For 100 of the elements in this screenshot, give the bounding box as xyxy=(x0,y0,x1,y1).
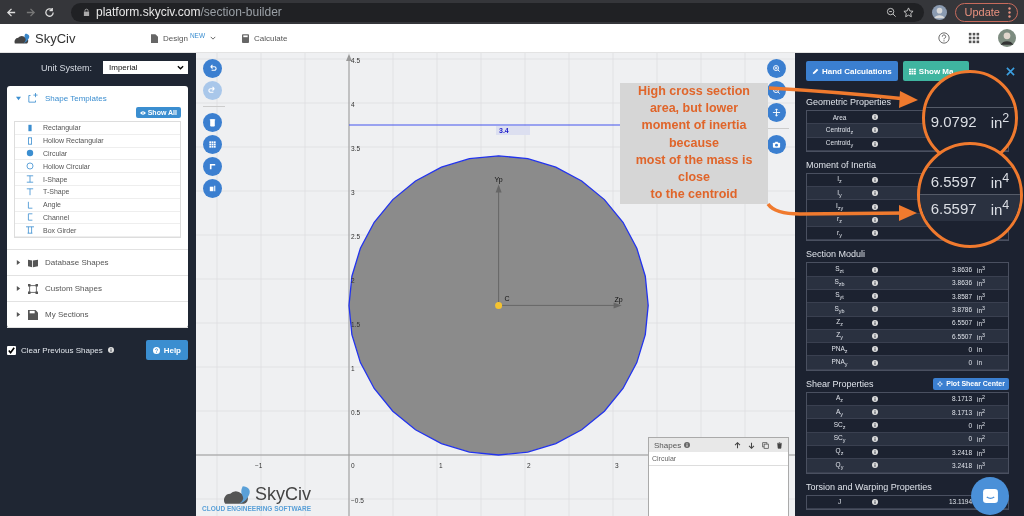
checkbox[interactable] xyxy=(7,345,16,355)
section-header[interactable]: Shape Templates xyxy=(7,86,188,110)
section-header[interactable]: Custom Shapes xyxy=(7,276,188,302)
split-icon xyxy=(208,184,217,193)
url-path: /section-builder xyxy=(200,5,282,19)
zoom-icon[interactable] xyxy=(885,6,897,18)
menu-item[interactable]: Calculate xyxy=(242,33,288,43)
info-icon xyxy=(684,442,691,448)
help-button[interactable]: Help xyxy=(145,340,188,361)
move-icon xyxy=(772,108,781,117)
unit-system-select[interactable]: Imperial xyxy=(103,61,188,74)
hollow-rect-shape-icon xyxy=(26,136,34,145)
annotation-note: High cross section area, but lower moment of inertia because most of the mass is close to the centroid xyxy=(620,83,768,204)
panel-title: Shapes xyxy=(654,440,682,450)
avatar-icon[interactable] xyxy=(998,29,1016,47)
magnified-unit: in$^{2}$ xyxy=(990,111,1010,131)
info-icon[interactable] xyxy=(872,462,878,469)
info-icon[interactable] xyxy=(872,190,878,197)
info-icon[interactable] xyxy=(872,449,878,456)
info-icon xyxy=(107,347,114,354)
camera-icon xyxy=(772,140,781,149)
add-shape-icon xyxy=(28,93,38,103)
info-icon[interactable] xyxy=(872,279,878,286)
i-shape-icon xyxy=(26,175,34,184)
arrow-down-icon[interactable] xyxy=(748,441,755,449)
address-bar[interactable]: platform.skyciv.com/section-builder xyxy=(71,2,924,22)
info-icon[interactable] xyxy=(872,266,878,273)
grid-icon xyxy=(208,140,217,149)
info-icon[interactable] xyxy=(872,203,878,210)
info-icon[interactable] xyxy=(872,359,878,366)
lock-icon xyxy=(83,7,90,17)
pencil-icon xyxy=(812,67,819,75)
info-icon[interactable] xyxy=(872,127,878,134)
magnified-unit: in$^{4}$ xyxy=(990,171,1010,191)
back-icon[interactable] xyxy=(6,6,17,18)
info-icon[interactable] xyxy=(872,293,878,300)
group-title: Moment of Inertia xyxy=(806,159,877,170)
angle-shape-icon xyxy=(26,200,34,209)
zoom-in-icon xyxy=(772,64,781,73)
group-title: Torsion and Warping Properties xyxy=(806,481,932,492)
group-title: Section Moduli xyxy=(806,249,866,260)
help-icon[interactable] xyxy=(938,32,950,44)
rect-shape-icon xyxy=(26,123,34,132)
question-icon xyxy=(152,346,160,354)
table-icon xyxy=(908,67,916,75)
apps-grid-icon[interactable] xyxy=(968,32,980,44)
magnified-unit: in$^{4}$ xyxy=(990,198,1010,218)
section-header[interactable]: My Sections xyxy=(7,302,188,328)
trash-icon[interactable] xyxy=(776,441,783,449)
info-icon[interactable] xyxy=(872,319,878,326)
info-icon[interactable] xyxy=(872,409,878,416)
redo-icon xyxy=(208,86,217,95)
info-icon[interactable] xyxy=(872,114,878,121)
checkbox-label: Clear Previous Shapes xyxy=(21,345,103,355)
field-label: Unit System: xyxy=(41,62,92,73)
magnified-value: 9.0792 xyxy=(930,112,977,130)
corner-icon xyxy=(208,162,217,171)
info-icon[interactable] xyxy=(872,498,878,505)
avatar-icon[interactable] xyxy=(931,4,947,20)
arrow-up-icon[interactable] xyxy=(734,441,741,449)
nodes-icon xyxy=(28,283,38,294)
logo-text: SkyCiv xyxy=(35,30,76,46)
info-icon[interactable] xyxy=(872,140,878,147)
group-title: Geometric Properties xyxy=(806,97,892,107)
crosshair-icon xyxy=(937,380,944,387)
copy-icon[interactable] xyxy=(762,441,769,449)
reload-icon[interactable] xyxy=(44,6,55,18)
channel-shape-icon xyxy=(26,213,34,222)
magnified-value: 6.5597 xyxy=(930,199,977,217)
section-header[interactable]: Database Shapes xyxy=(7,250,188,276)
calculator-icon xyxy=(242,33,250,43)
group-title: Shear Properties xyxy=(806,378,874,389)
info-icon[interactable] xyxy=(872,230,878,237)
t-shape-icon xyxy=(26,187,34,196)
url-host: platform.skyciv.com xyxy=(96,5,201,19)
undo-icon xyxy=(208,64,217,73)
hand-calculations-button[interactable]: Hand Calculations xyxy=(806,61,898,81)
info-icon[interactable] xyxy=(872,177,878,184)
info-icon[interactable] xyxy=(872,333,878,339)
book-icon xyxy=(28,257,38,268)
close-icon[interactable] xyxy=(1006,66,1015,76)
info-icon[interactable] xyxy=(872,216,878,223)
info-icon[interactable] xyxy=(872,306,878,313)
info-icon[interactable] xyxy=(872,422,878,429)
info-icon[interactable] xyxy=(872,346,878,353)
star-icon[interactable] xyxy=(902,6,914,18)
girder-shape-icon xyxy=(26,226,34,235)
menu-label: Calculate xyxy=(254,33,288,43)
menu-label: Design xyxy=(163,33,188,43)
delete-icon xyxy=(208,118,217,127)
eye-icon xyxy=(139,110,146,115)
dropdown-caret-icon xyxy=(177,65,184,70)
logo-text: SkyCiv xyxy=(255,484,312,505)
more-icon xyxy=(1008,6,1011,18)
centroid-point xyxy=(495,301,503,309)
info-icon[interactable] xyxy=(872,395,878,402)
save-icon xyxy=(28,309,38,320)
circle-shape-icon xyxy=(26,149,34,158)
info-icon[interactable] xyxy=(872,435,878,442)
hollow-circle-shape-icon xyxy=(26,162,34,171)
